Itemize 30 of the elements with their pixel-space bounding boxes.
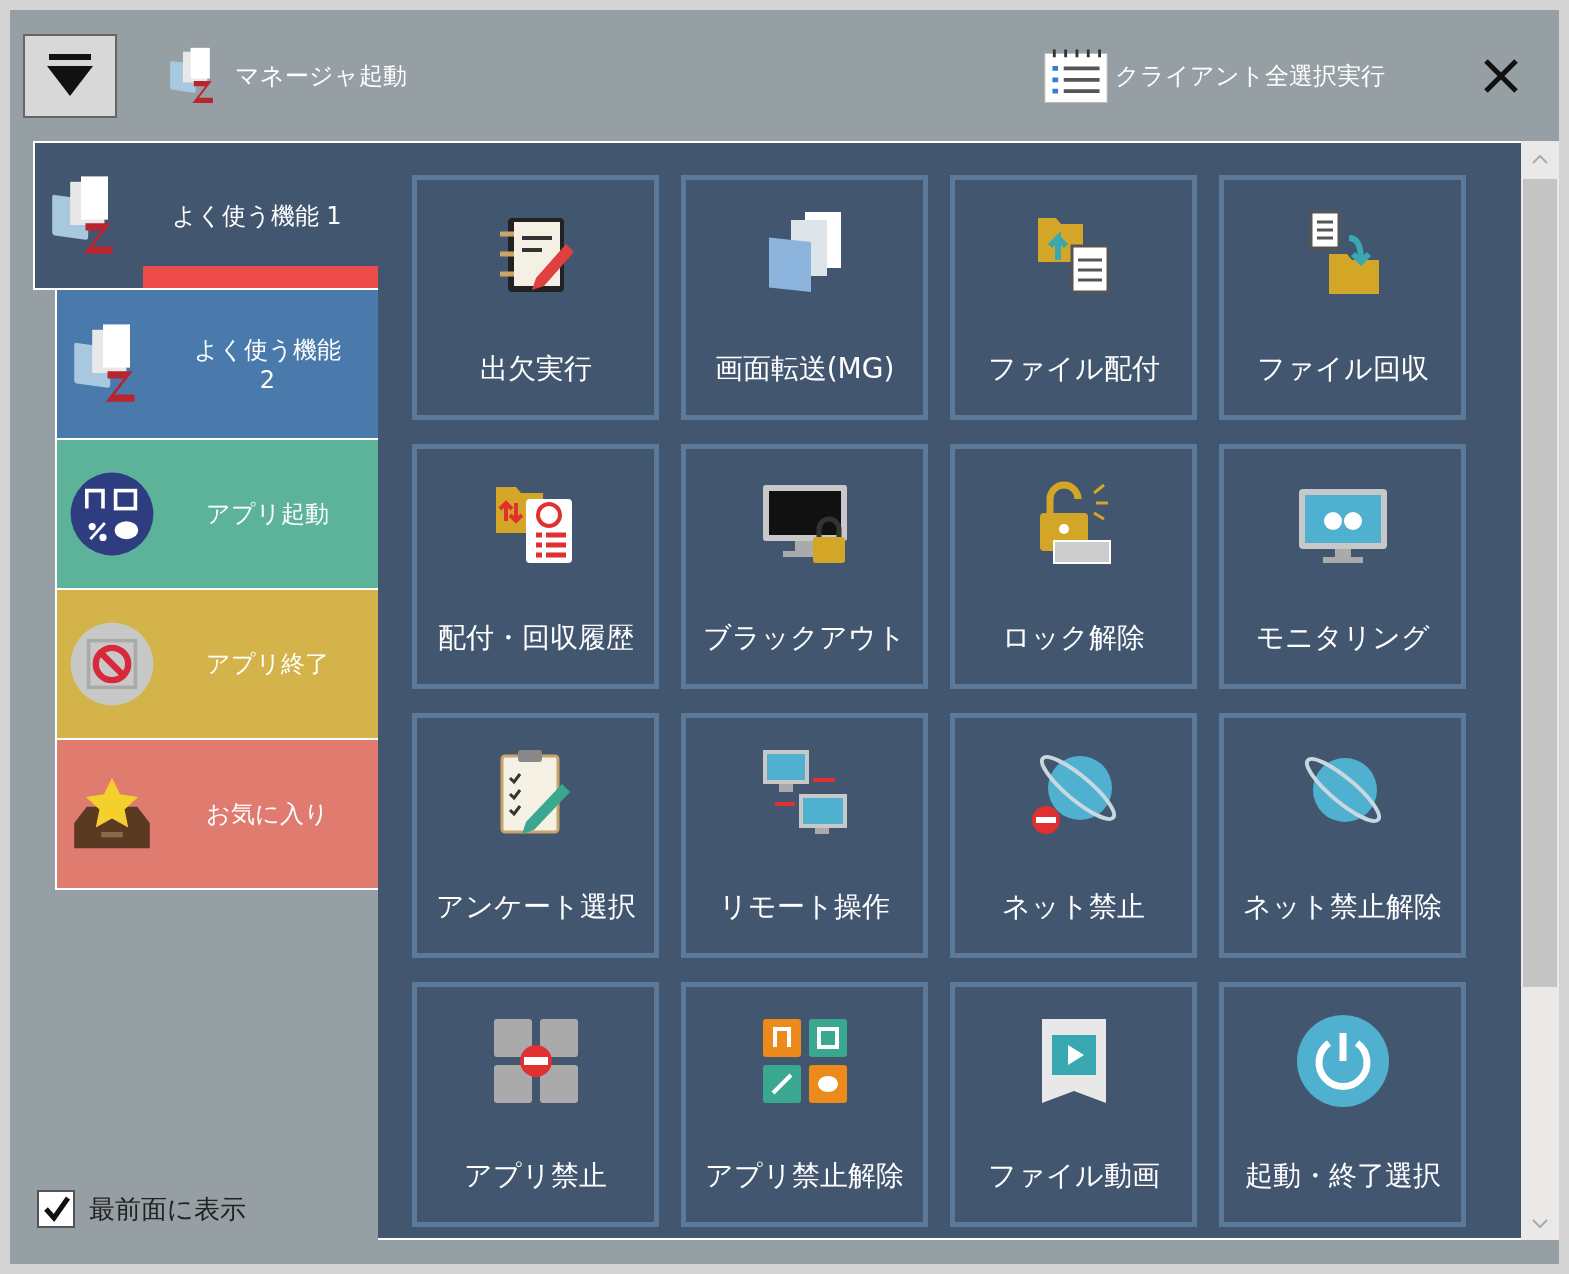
scrollbar[interactable] <box>1521 141 1559 1240</box>
caret-icon <box>45 53 95 98</box>
category-tab[interactable]: よく使う機能 2 <box>55 290 378 440</box>
function-tile[interactable]: モニタリング <box>1219 444 1466 689</box>
checkbox[interactable] <box>37 1190 75 1228</box>
function-tile[interactable]: ロック解除 <box>950 444 1197 689</box>
function-tile[interactable]: 出欠実行 <box>412 175 659 420</box>
function-tile[interactable]: ネット禁止解除 <box>1219 713 1466 958</box>
function-tile[interactable]: リモート操作 <box>681 713 928 958</box>
close-icon <box>1483 57 1519 94</box>
function-tile[interactable]: 配付・回収履歴 <box>412 444 659 689</box>
check-icon <box>41 1194 71 1224</box>
scrollbar-thumb[interactable] <box>1523 179 1557 987</box>
function-tile[interactable]: アプリ禁止 <box>412 982 659 1227</box>
function-tile[interactable]: ファイル動画 <box>950 982 1197 1227</box>
function-tile[interactable]: ファイル配付 <box>950 175 1197 420</box>
close-button[interactable] <box>1483 57 1519 94</box>
always-on-top-checkbox[interactable]: 最前面に表示 <box>37 1190 378 1228</box>
function-tile[interactable]: 画面転送(MG) <box>681 175 928 420</box>
function-tile[interactable]: アプリ禁止解除 <box>681 982 928 1227</box>
dropdown-button[interactable] <box>23 33 117 118</box>
function-tile[interactable]: ブラックアウト <box>681 444 928 689</box>
scroll-down-icon[interactable] <box>1530 1218 1550 1230</box>
function-tile[interactable]: ネット禁止 <box>950 713 1197 958</box>
category-tab[interactable]: よく使う機能 1 <box>33 141 378 290</box>
function-tile[interactable]: ファイル回収 <box>1219 175 1466 420</box>
function-tile[interactable]: 起動・終了選択 <box>1219 982 1466 1227</box>
scroll-up-icon[interactable] <box>1530 153 1550 165</box>
function-tile[interactable]: アンケート選択 <box>412 713 659 958</box>
checkbox-label: 最前面に表示 <box>89 1192 246 1226</box>
